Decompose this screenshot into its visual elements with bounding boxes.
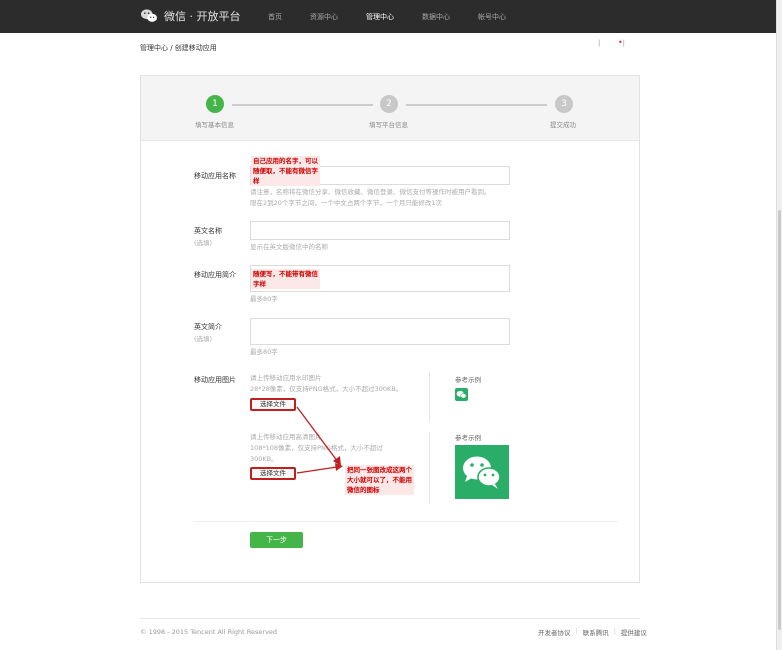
step-connector-1 bbox=[232, 104, 373, 106]
footer-separator: | bbox=[575, 627, 578, 635]
english-name-hint: 显示在英文版微信中的名称 bbox=[250, 243, 328, 251]
footer-divider bbox=[140, 618, 640, 619]
nav-item-data[interactable]: 数据中心 bbox=[422, 12, 450, 22]
nav-item-home[interactable]: 首页 bbox=[268, 12, 282, 22]
nav-item-resources[interactable]: 资源中心 bbox=[310, 12, 338, 22]
breadcrumb: 管理中心 / 创建移动应用 bbox=[140, 44, 217, 52]
app-intro-hint: 最多80字 bbox=[250, 295, 278, 303]
english-intro-optional: (选填) bbox=[194, 335, 213, 343]
large-reference-wechat-icon bbox=[455, 445, 509, 499]
footer-link-contact-tencent[interactable]: 联系腾讯 bbox=[583, 627, 609, 637]
main-nav: 首页 资源中心 管理中心 数据中心 帐号中心 bbox=[268, 12, 534, 22]
footer-separator: | bbox=[613, 627, 616, 635]
wechat-icon-large bbox=[463, 456, 501, 489]
choose-large-image-button[interactable]: 选择文件 bbox=[250, 467, 296, 480]
annotation-app-name: 自己应用的名字，可以 随便取，不能有微信字 样 bbox=[251, 156, 320, 186]
next-step-button[interactable]: 下一步 bbox=[250, 532, 303, 548]
step-2-circle: 2 bbox=[380, 95, 398, 113]
app-name-label: 移动应用名称 bbox=[194, 172, 236, 180]
wechat-open-platform-logo[interactable]: 微信 · 开放平台 bbox=[140, 8, 241, 24]
large-image-reference-label: 参考示例 bbox=[455, 434, 481, 442]
step-connector-2 bbox=[406, 104, 547, 106]
step-1-circle: 1 bbox=[206, 95, 224, 113]
divider-large-image bbox=[429, 432, 430, 504]
top-navigation-bar: 微信 · 开放平台 首页 资源中心 管理中心 数据中心 帐号中心 bbox=[0, 0, 782, 33]
step-3-label: 提交成功 bbox=[550, 121, 576, 129]
app-name-hint: 请注意，名称将在微信分享、微信收藏、微信登录、微信支付等操作时被用户看到。 限在… bbox=[250, 188, 491, 207]
choose-small-image-button[interactable]: 选择文件 bbox=[250, 398, 296, 411]
small-reference-wechat-icon bbox=[455, 388, 468, 401]
create-app-panel: 1 2 3 填写基本信息 填写平台信息 提交成功 移动应用名称 自己应用的名字，… bbox=[140, 75, 640, 583]
site-title: 微信 · 开放平台 bbox=[164, 10, 241, 23]
nav-item-account[interactable]: 帐号中心 bbox=[478, 12, 506, 22]
page-scrollbar[interactable] bbox=[776, 0, 782, 650]
small-image-hint: 请上传移动应用水印图片 28*28像素，仅支持PNG格式，大小不超过300KB。 bbox=[250, 374, 403, 393]
english-intro-label: 英文简介 bbox=[194, 323, 222, 331]
notification-dot-icon: • bbox=[618, 38, 623, 47]
step-3-circle: 3 bbox=[555, 95, 573, 113]
english-name-label: 英文名称 bbox=[194, 227, 222, 235]
divider-small-image bbox=[429, 372, 430, 422]
annotation-app-image: 把同一张图改成这两个 大小就可以了，不能用 微信的图标 bbox=[345, 465, 414, 495]
wechat-logo-icon bbox=[141, 9, 157, 22]
english-intro-textarea[interactable] bbox=[250, 318, 510, 345]
form-bottom-divider bbox=[194, 521, 618, 522]
small-image-reference-label: 参考示例 bbox=[455, 376, 481, 384]
progress-steps: 1 2 3 填写基本信息 填写平台信息 提交成功 bbox=[141, 76, 639, 141]
step-1-label: 填写基本信息 bbox=[195, 121, 234, 129]
english-name-optional: (选填) bbox=[194, 239, 213, 247]
english-name-input[interactable] bbox=[250, 221, 510, 240]
wechat-icon-small bbox=[456, 390, 467, 399]
footer-links: 开发者协议 | 联系腾讯 | 提供建议 bbox=[538, 627, 647, 637]
nav-item-management[interactable]: 管理中心 bbox=[366, 12, 394, 22]
footer-link-developer-agreement[interactable]: 开发者协议 bbox=[538, 627, 571, 637]
app-image-label: 移动应用图片 bbox=[194, 376, 236, 384]
step-2-label: 填写平台信息 bbox=[369, 121, 408, 129]
app-intro-label: 移动应用简介 bbox=[194, 271, 236, 279]
copyright-text: © 1998 - 2015 Tencent All Right Reserved bbox=[140, 628, 278, 636]
footer-link-feedback[interactable]: 提供建议 bbox=[621, 627, 647, 637]
annotation-app-intro: 随便写，不能带有微信 字样 bbox=[251, 269, 320, 289]
english-intro-hint: 最多80字 bbox=[250, 348, 278, 356]
scrollbar-thumb[interactable] bbox=[778, 210, 781, 630]
annotation-arrows bbox=[296, 406, 343, 474]
